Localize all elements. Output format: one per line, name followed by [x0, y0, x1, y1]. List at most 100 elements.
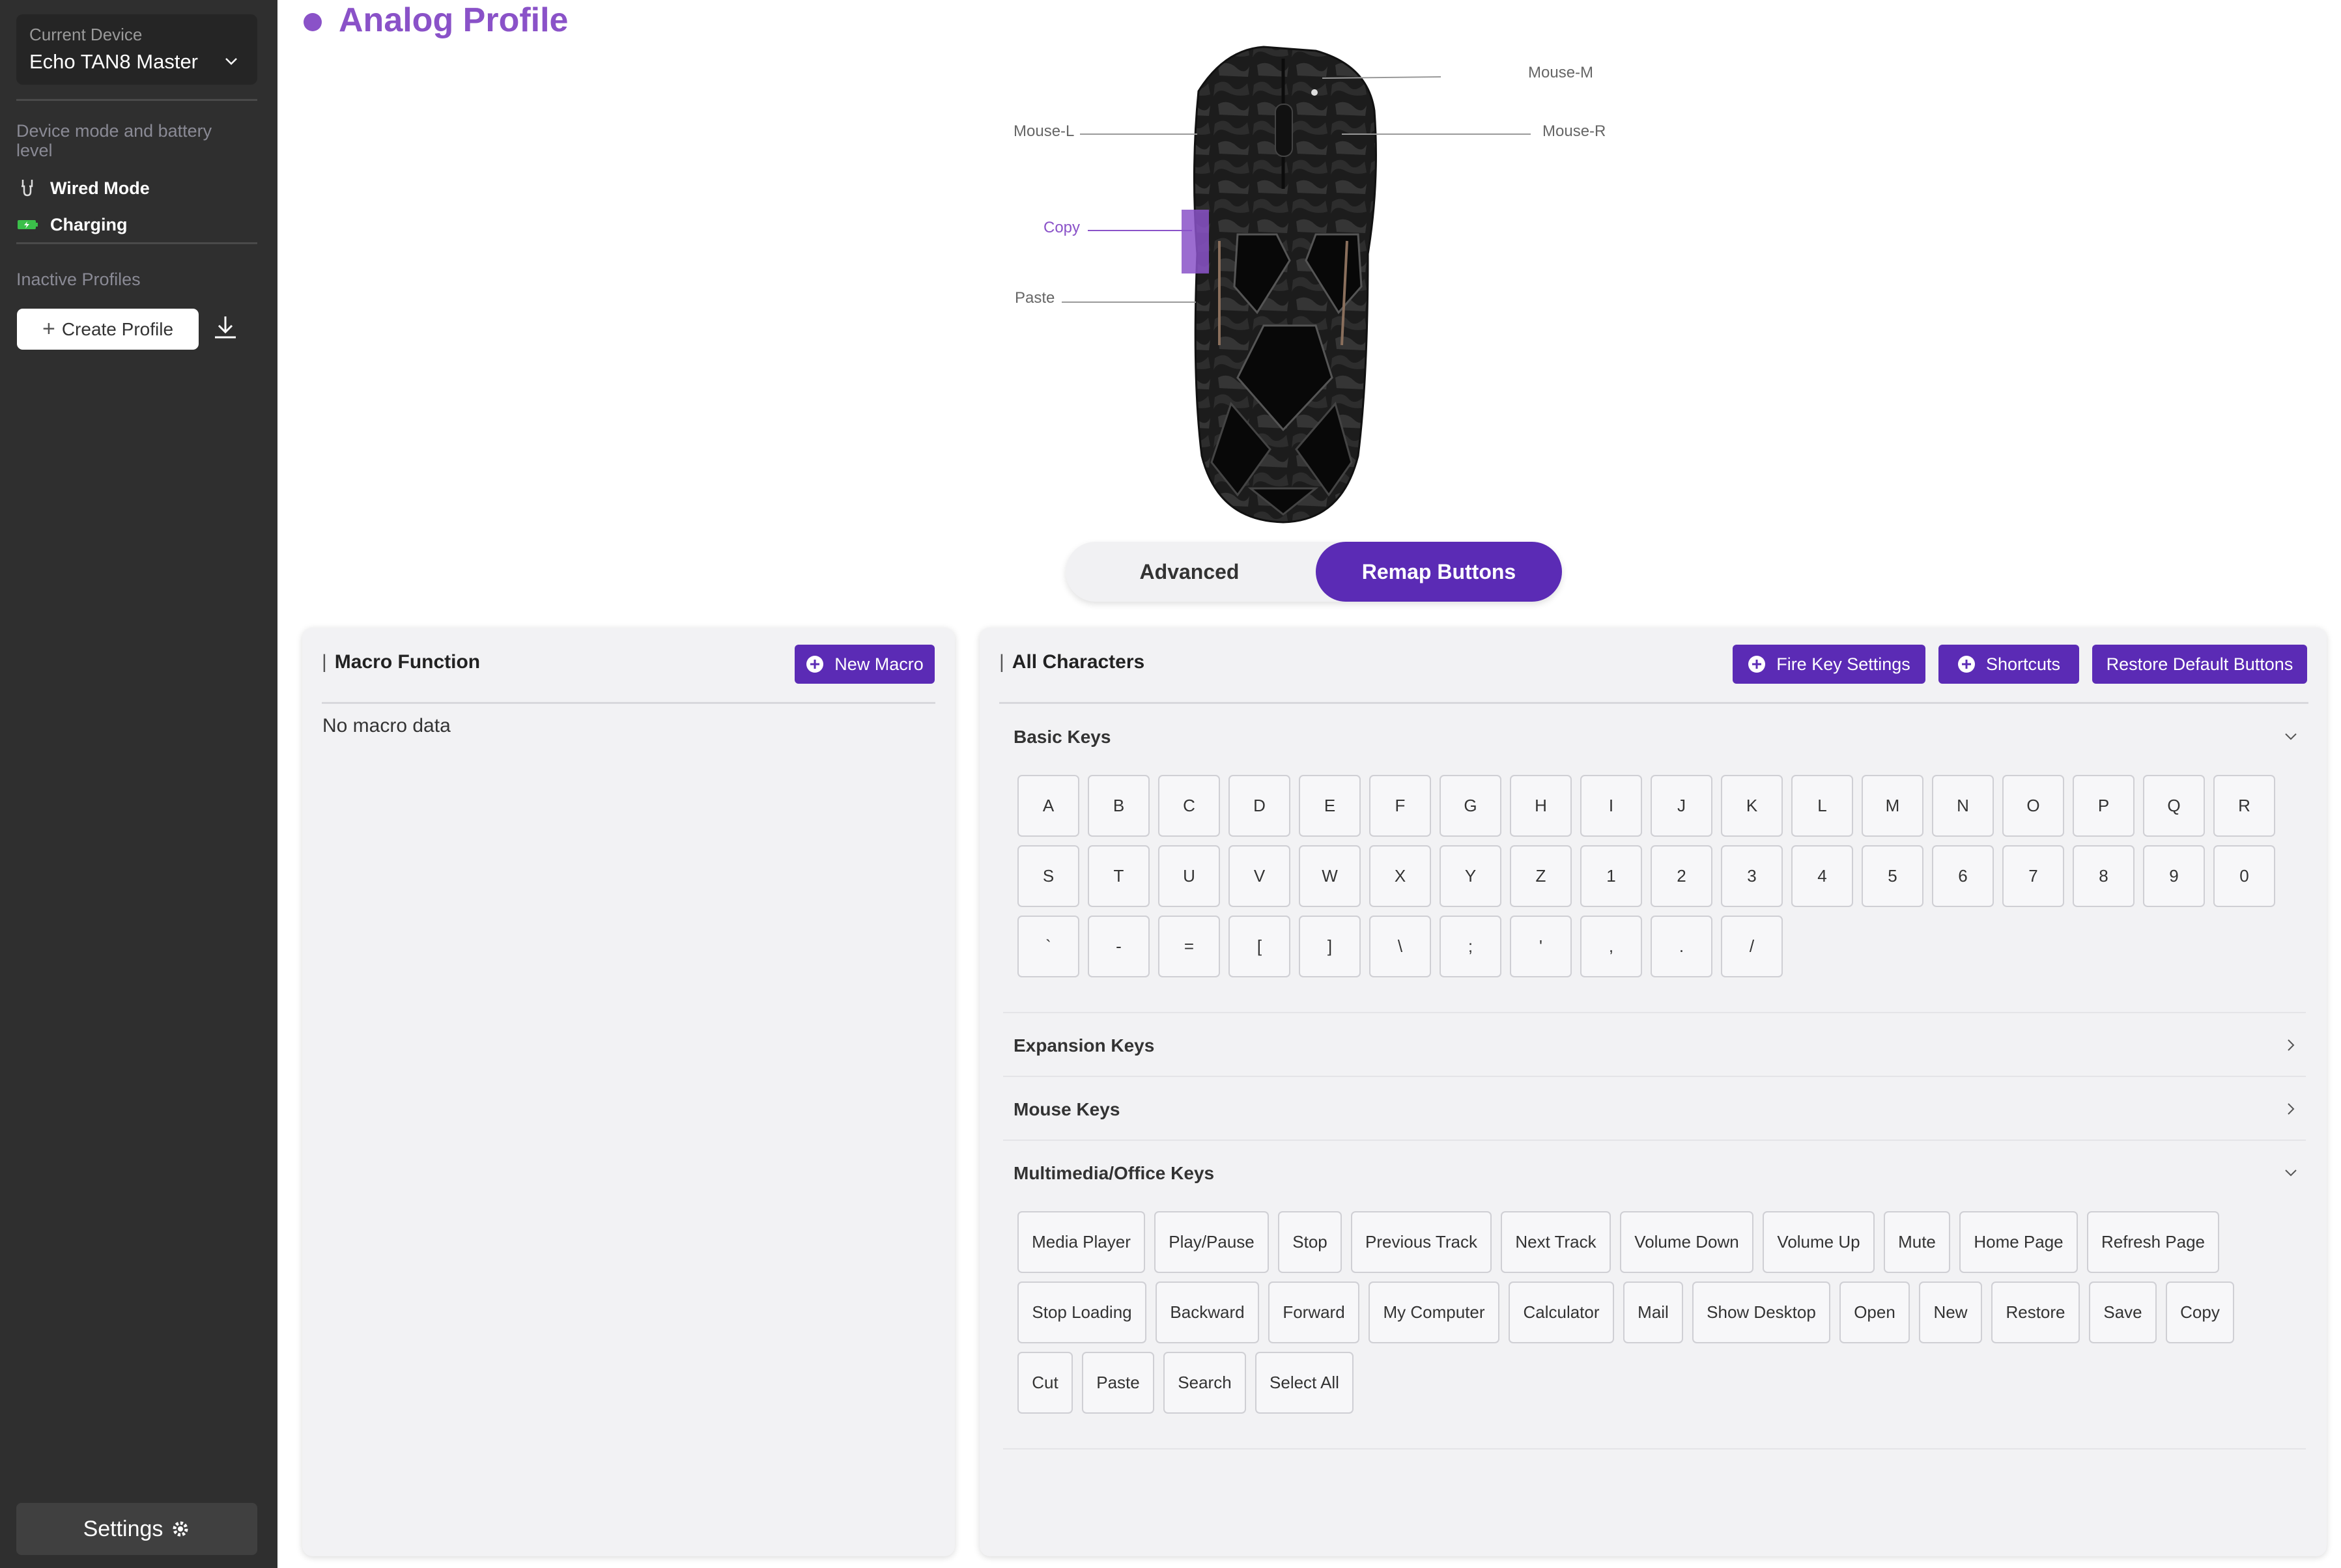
- key-button[interactable]: 3: [1721, 845, 1783, 907]
- media-key-button[interactable]: Paste: [1082, 1352, 1154, 1414]
- media-key-button[interactable]: Volume Up: [1763, 1211, 1875, 1273]
- key-button[interactable]: 5: [1862, 845, 1923, 907]
- media-key-button[interactable]: Show Desktop: [1692, 1281, 1830, 1343]
- key-button[interactable]: ]: [1299, 916, 1361, 977]
- media-key-button[interactable]: Cut: [1017, 1352, 1073, 1414]
- media-key-button[interactable]: Stop: [1278, 1211, 1342, 1273]
- inactive-profiles-heading: Inactive Profiles: [16, 270, 141, 289]
- key-button[interactable]: 4: [1791, 845, 1853, 907]
- key-button[interactable]: L: [1791, 775, 1853, 837]
- key-button[interactable]: M: [1862, 775, 1923, 837]
- key-button[interactable]: G: [1440, 775, 1501, 837]
- chevron-right-icon[interactable]: [2284, 1038, 2298, 1052]
- key-button[interactable]: 9: [2143, 845, 2205, 907]
- key-button[interactable]: V: [1228, 845, 1290, 907]
- media-key-button[interactable]: Mail: [1623, 1281, 1683, 1343]
- key-button[interactable]: S: [1017, 845, 1079, 907]
- media-key-button[interactable]: Restore: [1991, 1281, 2080, 1343]
- media-key-button[interactable]: Play/Pause: [1154, 1211, 1269, 1273]
- key-button[interactable]: Z: [1510, 845, 1572, 907]
- media-key-button[interactable]: Calculator: [1509, 1281, 1614, 1343]
- chevron-down-icon[interactable]: [2284, 729, 2298, 744]
- key-button[interactable]: \: [1369, 916, 1431, 977]
- tab-remap-buttons[interactable]: Remap Buttons: [1316, 542, 1562, 602]
- new-macro-button[interactable]: New Macro: [795, 645, 935, 684]
- tab-advanced[interactable]: Advanced: [1066, 542, 1313, 602]
- section-basic-keys[interactable]: Basic Keys: [1014, 727, 1111, 748]
- key-button[interactable]: U: [1158, 845, 1220, 907]
- chevron-down-icon[interactable]: [2284, 1166, 2298, 1180]
- key-button[interactable]: 1: [1580, 845, 1642, 907]
- media-key-button[interactable]: Forward: [1268, 1281, 1359, 1343]
- media-key-button[interactable]: Next Track: [1501, 1211, 1611, 1273]
- key-button[interactable]: X: [1369, 845, 1431, 907]
- media-key-button[interactable]: Copy: [2166, 1281, 2234, 1343]
- fire-key-settings-button[interactable]: Fire Key Settings: [1733, 645, 1925, 684]
- key-button[interactable]: D: [1228, 775, 1290, 837]
- media-key-button[interactable]: Home Page: [1959, 1211, 2078, 1273]
- key-button[interactable]: R: [2213, 775, 2275, 837]
- key-button[interactable]: ;: [1440, 916, 1501, 977]
- copy-callout[interactable]: Copy: [1043, 219, 1080, 237]
- shortcuts-button[interactable]: Shortcuts: [1938, 645, 2079, 684]
- sidebar: Current Device Echo TAN8 Master Device m…: [0, 0, 277, 1568]
- key-button[interactable]: =: [1158, 916, 1220, 977]
- key-button[interactable]: Y: [1440, 845, 1501, 907]
- device-selector[interactable]: Current Device Echo TAN8 Master: [16, 14, 257, 85]
- media-key-button[interactable]: Search: [1163, 1352, 1246, 1414]
- key-button[interactable]: K: [1721, 775, 1783, 837]
- key-button[interactable]: I: [1580, 775, 1642, 837]
- key-button[interactable]: /: [1721, 916, 1783, 977]
- create-profile-button[interactable]: + Create Profile: [17, 309, 199, 350]
- media-key-button[interactable]: Volume Down: [1620, 1211, 1753, 1273]
- key-button[interactable]: A: [1017, 775, 1079, 837]
- key-button[interactable]: H: [1510, 775, 1572, 837]
- section-mouse-keys[interactable]: Mouse Keys: [1014, 1099, 1120, 1120]
- key-button[interactable]: -: [1088, 916, 1150, 977]
- key-button[interactable]: J: [1651, 775, 1712, 837]
- key-button[interactable]: N: [1932, 775, 1994, 837]
- section-multimedia-office-keys[interactable]: Multimedia/Office Keys: [1014, 1163, 1214, 1184]
- media-key-button[interactable]: Stop Loading: [1017, 1281, 1146, 1343]
- macro-panel: [302, 628, 955, 1556]
- key-button[interactable]: B: [1088, 775, 1150, 837]
- key-button[interactable]: 6: [1932, 845, 1994, 907]
- restore-default-buttons-button[interactable]: Restore Default Buttons: [2092, 645, 2307, 684]
- key-button[interactable]: P: [2073, 775, 2135, 837]
- media-key-button[interactable]: Media Player: [1017, 1211, 1145, 1273]
- mouse-l-callout[interactable]: Mouse-L: [1014, 122, 1074, 141]
- chevron-right-icon[interactable]: [2284, 1102, 2298, 1116]
- media-key-button[interactable]: Select All: [1255, 1352, 1354, 1414]
- key-button[interactable]: `: [1017, 916, 1079, 977]
- key-button[interactable]: 0: [2213, 845, 2275, 907]
- media-key-button[interactable]: Open: [1839, 1281, 1910, 1343]
- key-button[interactable]: ': [1510, 916, 1572, 977]
- paste-callout[interactable]: Paste: [1015, 289, 1055, 307]
- settings-button[interactable]: Settings: [16, 1503, 257, 1555]
- key-button[interactable]: 2: [1651, 845, 1712, 907]
- key-button[interactable]: 8: [2073, 845, 2135, 907]
- media-key-button[interactable]: Mute: [1884, 1211, 1950, 1273]
- media-key-button[interactable]: Refresh Page: [2087, 1211, 2219, 1273]
- plus-circle-icon: [1957, 656, 1975, 673]
- mouse-r-callout[interactable]: Mouse-R: [1542, 122, 1606, 141]
- mouse-m-callout[interactable]: Mouse-M: [1528, 64, 1593, 82]
- key-button[interactable]: C: [1158, 775, 1220, 837]
- key-button[interactable]: T: [1088, 845, 1150, 907]
- key-button[interactable]: W: [1299, 845, 1361, 907]
- media-key-button[interactable]: Previous Track: [1351, 1211, 1492, 1273]
- key-button[interactable]: Q: [2143, 775, 2205, 837]
- key-button[interactable]: E: [1299, 775, 1361, 837]
- key-button[interactable]: ,: [1580, 916, 1642, 977]
- media-key-button[interactable]: Backward: [1156, 1281, 1259, 1343]
- download-icon[interactable]: [212, 314, 238, 343]
- key-button[interactable]: 7: [2002, 845, 2064, 907]
- media-key-button[interactable]: New: [1919, 1281, 1982, 1343]
- key-button[interactable]: F: [1369, 775, 1431, 837]
- key-button[interactable]: O: [2002, 775, 2064, 837]
- key-button[interactable]: .: [1651, 916, 1712, 977]
- section-expansion-keys[interactable]: Expansion Keys: [1014, 1035, 1154, 1056]
- media-key-button[interactable]: Save: [2089, 1281, 2157, 1343]
- key-button[interactable]: [: [1228, 916, 1290, 977]
- media-key-button[interactable]: My Computer: [1369, 1281, 1499, 1343]
